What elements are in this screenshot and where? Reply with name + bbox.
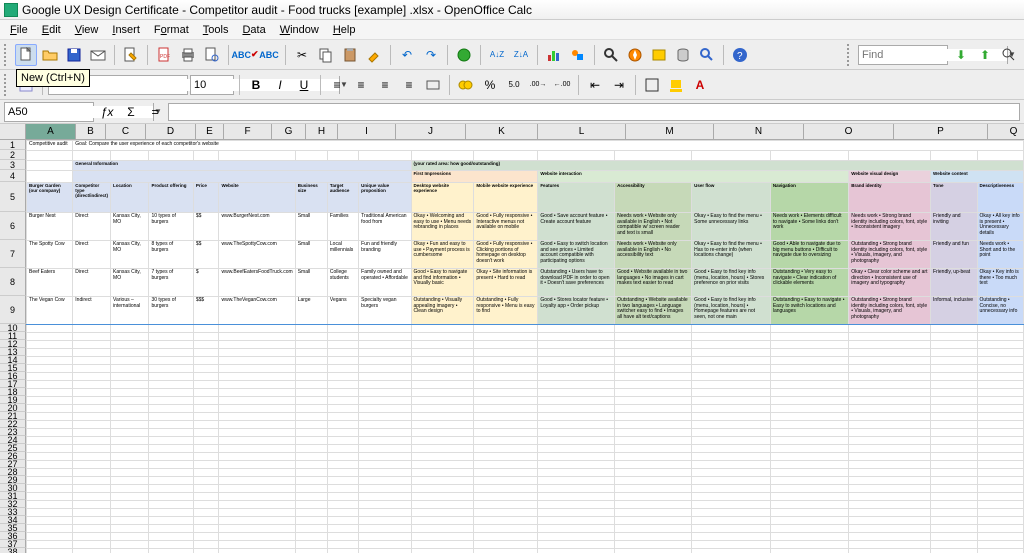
cell-reference-box[interactable]: ▼ [4, 102, 94, 122]
menu-file[interactable]: File [4, 22, 34, 38]
fontcolor-button[interactable]: A [689, 74, 711, 96]
formatting-toolbar: ▼ ▼ B I U ≡ ≡ ≡ ≡ % 5.0 .00→ ←.00 ⇤ ⇥ A [0, 70, 1024, 100]
sort-desc-button[interactable]: Z↓A [510, 44, 532, 66]
window-title: Google UX Design Certificate - Competito… [22, 3, 532, 17]
standard-format-button[interactable]: 5.0 [503, 74, 525, 96]
sort-asc-button[interactable]: A↓Z [486, 44, 508, 66]
row-headers[interactable]: 1234567891011121314151617181920212223242… [0, 140, 26, 553]
percent-button[interactable]: % [479, 74, 501, 96]
function-button[interactable]: = [144, 101, 166, 123]
italic-button[interactable]: I [269, 74, 291, 96]
cell-grid[interactable]: Competitive auditGoal: Compare the user … [26, 140, 1024, 553]
sum-button[interactable]: Σ [120, 101, 142, 123]
email-button[interactable] [87, 44, 109, 66]
menu-tools[interactable]: Tools [197, 22, 235, 38]
spreadsheet-area[interactable]: ABCDEFGHIJKLMNOPQR 123456789101112131415… [0, 124, 1024, 553]
function-wizard-button[interactable]: ƒx [96, 101, 118, 123]
decrease-indent-button[interactable]: ⇤ [584, 74, 606, 96]
find-replace-button[interactable] [600, 44, 622, 66]
undo-button[interactable]: ↶ [396, 44, 418, 66]
zoom-button[interactable] [696, 44, 718, 66]
grip-icon [847, 44, 853, 66]
app-icon [4, 3, 18, 17]
spellcheck-button[interactable]: ABC✔ [234, 44, 256, 66]
menu-format[interactable]: Format [148, 22, 195, 38]
align-left-button[interactable]: ≡ [326, 74, 348, 96]
font-size-select[interactable]: ▼ [190, 75, 234, 95]
formula-input[interactable] [168, 103, 1020, 121]
grip-icon [4, 44, 10, 66]
menu-bar: File Edit View Insert Format Tools Data … [0, 20, 1024, 40]
find-all-button[interactable] [998, 44, 1020, 66]
new-button[interactable]: New (Ctrl+N) [15, 44, 37, 66]
svg-text:PDF: PDF [160, 54, 170, 60]
grip-icon [4, 74, 10, 96]
currency-button[interactable] [455, 74, 477, 96]
menu-window[interactable]: Window [274, 22, 325, 38]
hyperlink-button[interactable] [453, 44, 475, 66]
find-prev-button[interactable]: ⬆ [974, 44, 996, 66]
borders-button[interactable] [641, 74, 663, 96]
show-draw-button[interactable] [567, 44, 589, 66]
open-button[interactable] [39, 44, 61, 66]
menu-insert[interactable]: Insert [106, 22, 146, 38]
cut-button[interactable]: ✂ [291, 44, 313, 66]
underline-button[interactable]: U [293, 74, 315, 96]
datasources-button[interactable] [672, 44, 694, 66]
add-decimal-button[interactable]: .00→ [527, 74, 549, 96]
bold-button[interactable]: B [245, 74, 267, 96]
paste-button[interactable] [339, 44, 361, 66]
help-button[interactable]: ? [729, 44, 751, 66]
print-button[interactable] [177, 44, 199, 66]
chart-button[interactable] [543, 44, 565, 66]
menu-edit[interactable]: Edit [36, 22, 67, 38]
bgcolor-button[interactable] [665, 74, 687, 96]
align-center-button[interactable]: ≡ [350, 74, 372, 96]
redo-button[interactable]: ↷ [420, 44, 442, 66]
find-next-button[interactable]: ⬇ [950, 44, 972, 66]
svg-text:?: ? [737, 51, 743, 62]
format-paintbrush-button[interactable] [363, 44, 385, 66]
standard-toolbar: New (Ctrl+N) PDF ABC✔ ABC ✂ ↶ ↷ A↓Z Z↓A … [0, 40, 1024, 70]
menu-view[interactable]: View [69, 22, 105, 38]
navigator-button[interactable] [624, 44, 646, 66]
tooltip-new: New (Ctrl+N) [16, 69, 90, 87]
align-justify-button[interactable]: ≡ [398, 74, 420, 96]
copy-button[interactable] [315, 44, 337, 66]
align-right-button[interactable]: ≡ [374, 74, 396, 96]
preview-button[interactable] [201, 44, 223, 66]
select-all-corner[interactable] [0, 124, 26, 140]
del-decimal-button[interactable]: ←.00 [551, 74, 573, 96]
menu-help[interactable]: Help [327, 22, 362, 38]
merge-cells-button[interactable] [422, 74, 444, 96]
save-button[interactable] [63, 44, 85, 66]
autospell-button[interactable]: ABC [258, 44, 280, 66]
menu-data[interactable]: Data [236, 22, 271, 38]
title-bar: Google UX Design Certificate - Competito… [0, 0, 1024, 20]
formula-bar: ▼ ƒx Σ = [0, 100, 1024, 124]
increase-indent-button[interactable]: ⇥ [608, 74, 630, 96]
column-headers[interactable]: ABCDEFGHIJKLMNOPQR [26, 124, 1024, 140]
find-toolbar-input[interactable]: ▼ [858, 45, 948, 65]
export-pdf-button[interactable]: PDF [153, 44, 175, 66]
gallery-button[interactable] [648, 44, 670, 66]
edit-file-button[interactable] [120, 44, 142, 66]
